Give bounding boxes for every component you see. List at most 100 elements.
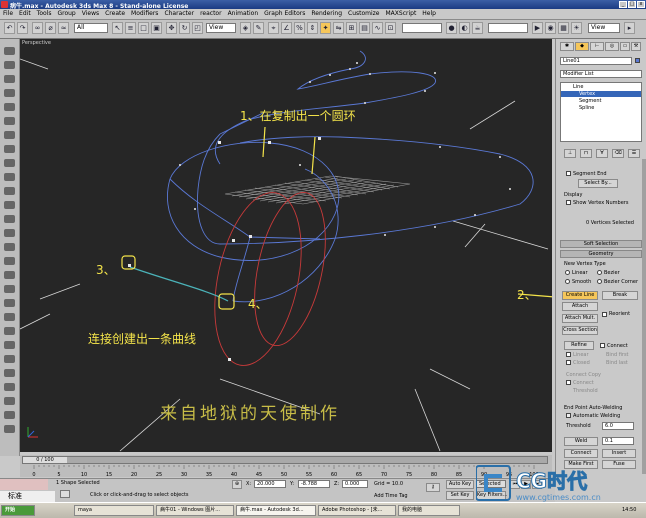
connect-button[interactable]: Connect [564,449,598,458]
strip-icon[interactable] [4,103,15,111]
modify-tab-icon[interactable]: ◆ [575,42,589,51]
menu-create[interactable]: Create [102,9,128,19]
strip-icon[interactable] [4,61,15,69]
render-scene-icon[interactable]: ◐ [459,22,470,34]
named-selection-icon[interactable]: ✦ [320,22,331,34]
add-time-tag-label[interactable]: Add Time Tag [374,493,408,499]
strip-icon[interactable] [4,201,15,209]
select-scale-icon[interactable]: ◰ [192,22,203,34]
time-slider[interactable]: 0 / 100 [22,456,548,464]
geometry-rollout[interactable]: Geometry [560,250,642,258]
quick-render-icon[interactable]: ☕ [472,22,483,34]
named-selection-set-select[interactable] [402,23,442,33]
strip-icon[interactable] [4,327,15,335]
maxscript-listener-mini[interactable] [0,479,48,490]
active-shade-icon[interactable]: ◉ [545,22,556,34]
close-button[interactable]: x [637,1,645,8]
time-slider-thumb[interactable]: 0 / 100 [23,457,67,463]
menu-group[interactable]: Group [54,9,78,19]
hierarchy-tab-icon[interactable]: ⊢ [590,42,604,51]
modifier-list-select[interactable]: Modifier List [560,70,642,78]
window-crossing-icon[interactable]: ▣ [151,22,162,34]
vt-bezier-radio[interactable] [597,270,602,275]
display-tab-icon[interactable]: ▭ [620,42,630,51]
strip-icon[interactable] [4,89,15,97]
strip-icon[interactable] [4,243,15,251]
strip-icon[interactable] [4,145,15,153]
selection-filter-select[interactable]: All [74,23,108,33]
taskbar-item-my-computer[interactable]: 我的电脑 [398,505,460,516]
render-type-select[interactable] [488,23,528,33]
undo-icon[interactable]: ↶ [4,22,15,34]
menu-help[interactable]: Help [419,9,439,19]
stack-item-vertex[interactable]: Vertex [561,91,641,97]
strip-icon[interactable] [4,397,15,405]
set-key-button[interactable]: Set Key [446,491,474,500]
show-vertex-numbers-checkbox[interactable] [566,200,571,205]
automatic-welding-checkbox[interactable] [566,413,571,418]
create-line-button[interactable]: Create Line [562,291,598,300]
soft-selection-rollout[interactable]: Soft Selection [560,240,642,248]
menu-rendering[interactable]: Rendering [308,9,345,19]
manipulate-icon[interactable]: ✎ [253,22,264,34]
reference-coordinate-select[interactable]: View [206,23,236,33]
weld-field[interactable]: 0.1 [602,437,634,445]
strip-icon[interactable] [4,173,15,181]
layer-manager-icon[interactable]: ▤ [359,22,370,34]
pin-stack-icon[interactable]: ⊥ [564,149,576,158]
rectangle-selection-icon[interactable]: □ [138,22,149,34]
percent-snap-icon[interactable]: % [294,22,305,34]
redo-icon[interactable]: ↷ [17,22,28,34]
maximize-button[interactable]: □ [628,1,636,8]
stack-item-spline[interactable]: Spline [579,105,594,111]
align-icon[interactable]: ⊞ [346,22,357,34]
vt-smooth-radio[interactable] [565,279,570,284]
strip-icon[interactable] [4,257,15,265]
y-coordinate-field[interactable]: -8.788 [298,480,330,488]
strip-icon[interactable] [4,47,15,55]
strip-icon[interactable] [4,355,15,363]
strip-icon[interactable] [4,215,15,223]
configure-sets-icon[interactable]: ☰ [628,149,640,158]
strip-icon[interactable] [4,271,15,279]
curve-editor-icon[interactable]: ∿ [372,22,383,34]
break-button[interactable]: Break [602,291,638,300]
panel-scrollbar[interactable] [642,159,646,474]
angle-snap-icon[interactable]: ∠ [281,22,292,34]
insert-button[interactable]: Insert [602,449,636,458]
modifier-stack[interactable]: Line Vertex Segment Spline [560,82,642,142]
taskbar-item-photoshop[interactable]: Adobe Photoshop - [未... [318,505,396,516]
environment-icon[interactable]: ☀ [571,22,582,34]
menu-customize[interactable]: Customize [345,9,383,19]
bind-space-warp-icon[interactable]: ≈ [58,22,69,34]
strip-icon[interactable] [4,411,15,419]
pivot-center-icon[interactable]: ◈ [240,22,251,34]
track-bar[interactable]: 0 / 100 0 5 10 15 20 25 30 35 40 45 50 55 60 65 70 75 80… [20,455,552,477]
menu-character[interactable]: Character [161,9,197,19]
cross-section-button[interactable]: Cross Section [562,326,598,335]
menu-file[interactable]: File [0,9,16,19]
minimize-button[interactable]: _ [619,1,627,8]
render-last-icon[interactable]: ▶ [532,22,543,34]
attach-button[interactable]: Attach [562,302,598,311]
x-coordinate-field[interactable]: 20.000 [254,480,286,488]
create-tab-icon[interactable]: ✱ [560,42,574,51]
spinner-snap-icon[interactable]: ⇕ [307,22,318,34]
menu-maxscript[interactable]: MAXScript [383,9,420,19]
render-frame-icon[interactable]: ▦ [558,22,569,34]
strip-icon[interactable] [4,117,15,125]
object-name-field[interactable]: Line01 [560,57,632,65]
select-rotate-icon[interactable]: ↻ [179,22,190,34]
strip-icon[interactable] [4,341,15,349]
strip-icon[interactable] [4,159,15,167]
vt-linear-radio[interactable] [565,270,570,275]
show-end-result-icon[interactable]: ⊓ [580,149,592,158]
select-move-icon[interactable]: ✥ [166,22,177,34]
mirror-icon[interactable]: ⇋ [333,22,344,34]
strip-icon[interactable] [4,187,15,195]
menu-modifiers[interactable]: Modifiers [128,9,161,19]
threshold-field[interactable]: 6.0 [602,422,634,430]
refine-button[interactable]: Refine [564,341,594,350]
strip-icon[interactable] [4,75,15,83]
key-icon[interactable]: ⚷ [426,483,440,492]
